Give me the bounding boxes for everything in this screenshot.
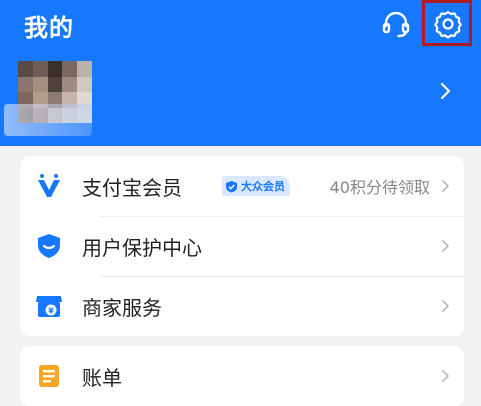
menu-card-secondary: 账单	[20, 346, 464, 406]
points-pending-text: 40积分待领取	[329, 178, 430, 197]
list-item-merchant-services[interactable]: ¥ 商家服务	[20, 276, 464, 336]
bill-icon	[34, 361, 64, 391]
row-label: 账单	[82, 365, 122, 390]
member-level-badge: 大众会员	[222, 176, 290, 196]
headset-icon	[382, 11, 410, 38]
member-badge-icon	[34, 171, 64, 201]
menu-card-primary: 支付宝会员 大众会员 40积分待领取 用户保护中心 ¥ 商家服务	[20, 156, 464, 336]
header-bar: 我的	[0, 0, 481, 146]
gear-icon	[434, 10, 462, 39]
chevron-right-icon	[442, 240, 449, 252]
customer-service-button[interactable]	[378, 6, 414, 42]
chevron-right-icon	[442, 300, 449, 312]
list-item-bill[interactable]: 账单	[20, 346, 464, 406]
row-label: 用户保护中心	[82, 235, 202, 260]
profile-name-blurred	[4, 104, 92, 136]
list-item-user-protection[interactable]: 用户保护中心	[20, 216, 464, 276]
chevron-right-icon	[442, 180, 449, 192]
member-level-label: 大众会员	[241, 180, 285, 193]
chevron-right-icon	[442, 370, 449, 382]
settings-button[interactable]	[430, 6, 466, 42]
check-shield-icon	[226, 180, 237, 192]
row-label: 支付宝会员	[82, 175, 182, 200]
list-item-alipay-member[interactable]: 支付宝会员 大众会员 40积分待领取	[20, 156, 464, 216]
chevron-right-icon[interactable]	[434, 80, 456, 102]
page-title: 我的	[24, 14, 74, 42]
shield-icon	[34, 231, 64, 261]
svg-text:¥: ¥	[48, 307, 54, 316]
shop-icon: ¥	[34, 291, 64, 321]
row-label: 商家服务	[82, 295, 162, 320]
